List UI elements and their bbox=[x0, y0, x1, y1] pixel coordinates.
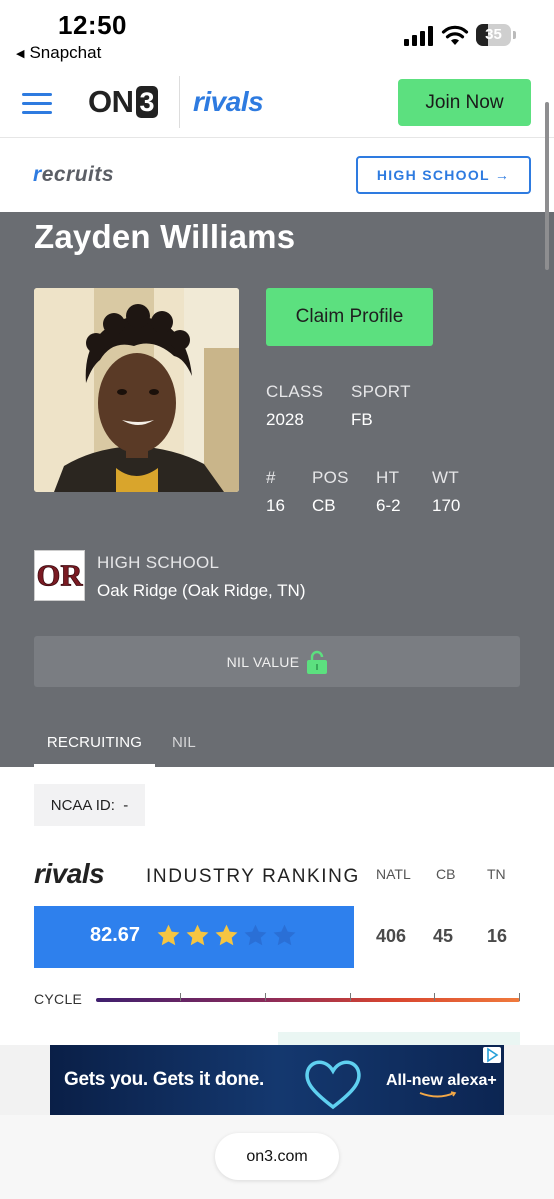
recruits-logo-r: r bbox=[33, 163, 42, 186]
content-hint bbox=[278, 1032, 520, 1046]
high-school-value[interactable]: Oak Ridge (Oak Ridge, TN) bbox=[97, 581, 305, 601]
cycle-tick bbox=[434, 993, 435, 1001]
ad-choices-icon[interactable] bbox=[483, 1047, 501, 1063]
ncaa-id: NCAA ID: - bbox=[34, 784, 145, 826]
claim-profile-button[interactable]: Claim Profile bbox=[266, 288, 433, 346]
heart-icon bbox=[305, 1060, 361, 1110]
star-filled-icon bbox=[157, 924, 180, 946]
cycle-tick bbox=[519, 993, 520, 1001]
player-photo bbox=[34, 288, 239, 492]
battery-icon: 35 bbox=[476, 24, 516, 46]
high-school-logo[interactable]: OR bbox=[34, 550, 85, 601]
alexa-ad[interactable]: Gets you. Gets it done. All-new alexa+ bbox=[50, 1045, 504, 1115]
class-label: CLASS bbox=[266, 382, 324, 401]
cycle-tick bbox=[350, 993, 351, 1001]
back-to-app-link[interactable]: ◀ Snapchat bbox=[16, 43, 101, 63]
star-empty-icon bbox=[244, 924, 267, 946]
high-school-logo-text: OR bbox=[36, 559, 83, 593]
back-triangle-icon: ◀ bbox=[16, 48, 25, 60]
ranking-natl-value: 406 bbox=[376, 926, 407, 946]
tab-recruiting[interactable]: RECRUITING bbox=[34, 734, 155, 767]
cycle-tick bbox=[265, 993, 266, 1001]
star-rating bbox=[156, 923, 301, 948]
sport-value: FB bbox=[351, 410, 373, 429]
weight-label: WT bbox=[432, 468, 460, 487]
url-bar[interactable]: on3.com bbox=[215, 1133, 339, 1180]
wifi-icon bbox=[441, 25, 469, 45]
position-label: POS bbox=[312, 468, 349, 487]
sport-label: SPORT bbox=[351, 382, 411, 401]
col-natl-header: NATL bbox=[376, 866, 411, 882]
jersey-number-label: # bbox=[266, 468, 276, 487]
recruits-logo[interactable]: recruits bbox=[33, 163, 114, 187]
ncaa-id-value: - bbox=[123, 796, 129, 814]
amazon-smile-icon bbox=[419, 1091, 457, 1098]
site-header: ON 3 rivals Join Now bbox=[0, 70, 554, 138]
battery-level: 35 bbox=[485, 26, 502, 43]
ranking-score-bar[interactable]: 82.67 bbox=[34, 906, 354, 968]
cycle-label: CYCLE bbox=[34, 991, 83, 1007]
back-app-label: Snapchat bbox=[29, 43, 102, 62]
profile-section: Zayden Williams Claim Profile CLASS 2028… bbox=[0, 212, 554, 767]
cycle-tick bbox=[180, 993, 181, 1001]
class-value: 2028 bbox=[266, 410, 304, 429]
on3-logo-3: 3 bbox=[135, 86, 159, 118]
on3-logo[interactable]: ON 3 bbox=[88, 84, 159, 120]
col-position-header: CB bbox=[436, 866, 456, 882]
status-bar: 12:50 ◀ Snapchat 35 bbox=[0, 0, 554, 70]
ncaa-id-label: NCAA ID: bbox=[50, 796, 115, 814]
weight-value: 170 bbox=[432, 496, 461, 515]
recruits-subheader: recruits HIGH SCHOOL → bbox=[0, 139, 554, 212]
logo-divider bbox=[179, 76, 180, 128]
star-filled-icon bbox=[215, 924, 238, 946]
height-value: 6-2 bbox=[376, 496, 401, 515]
rivals-logo[interactable]: rivals bbox=[193, 86, 264, 118]
status-time: 12:50 bbox=[58, 10, 127, 40]
player-name: Zayden Williams bbox=[34, 218, 296, 255]
ranking-state-value: 16 bbox=[487, 926, 508, 946]
cycle-timeline[interactable] bbox=[96, 998, 520, 1002]
ranking-position-value: 45 bbox=[433, 926, 454, 946]
high-school-button[interactable]: HIGH SCHOOL → bbox=[356, 156, 531, 194]
star-filled-icon bbox=[186, 924, 209, 946]
ad-headline: Gets you. Gets it done. bbox=[64, 1069, 265, 1090]
jersey-number-value: 16 bbox=[266, 496, 285, 515]
screen: 12:50 ◀ Snapchat 35 ON3 rivals Join Now bbox=[0, 0, 554, 1199]
browser-bottom-bar: on3.com bbox=[0, 1115, 554, 1199]
nil-value-label: NIL VALUE bbox=[226, 653, 300, 670]
nil-value-box[interactable]: NIL VALUE bbox=[34, 636, 520, 687]
cellular-signal-icon bbox=[404, 26, 434, 46]
lock-icon bbox=[307, 650, 328, 674]
height-label: HT bbox=[376, 468, 400, 487]
col-state-header: TN bbox=[487, 866, 506, 882]
ranking-rivals-logo: rivals bbox=[34, 858, 105, 889]
recruits-logo-rest: ecruits bbox=[41, 163, 115, 186]
ranking-score: 82.67 bbox=[90, 924, 141, 946]
on3-logo-text: ON bbox=[88, 84, 134, 119]
ranking-title: INDUSTRY RANKING bbox=[146, 866, 360, 887]
high-school-label: HIGH SCHOOL bbox=[97, 553, 220, 572]
tab-nil[interactable]: NIL bbox=[172, 734, 196, 751]
star-empty-icon bbox=[273, 924, 296, 946]
menu-icon[interactable] bbox=[22, 93, 52, 115]
join-now-button[interactable]: Join Now bbox=[398, 79, 531, 126]
ad-product: All-new alexa+ bbox=[386, 1072, 497, 1089]
scrollbar[interactable] bbox=[545, 102, 549, 270]
position-value: CB bbox=[312, 496, 336, 515]
ad-container: Gets you. Gets it done. All-new alexa+ bbox=[0, 1045, 554, 1115]
